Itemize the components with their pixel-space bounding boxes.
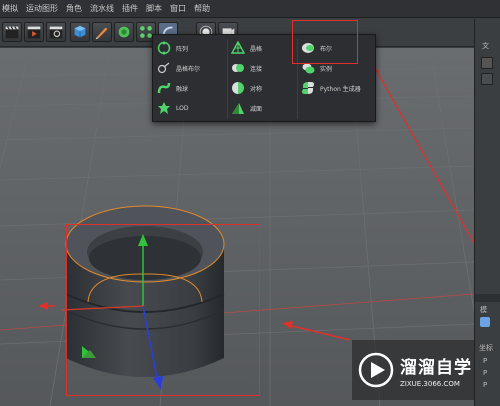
symmetry-icon — [231, 81, 245, 95]
render-picture-viewer-button[interactable] — [24, 22, 44, 42]
tube-attribute-icon[interactable] — [480, 317, 490, 327]
menu-item-lod[interactable]: LOD — [157, 99, 188, 117]
panel-mode-label: 模 — [480, 306, 487, 314]
menu-item-connect[interactable]: 连接 — [231, 59, 262, 77]
menu-bar: 模拟 运动图形 角色 流水线 插件 脚本 窗口 帮助 — [0, 0, 500, 18]
lod-icon — [157, 101, 171, 115]
menu-item-label: 融球 — [176, 85, 189, 93]
lathe-icon — [231, 41, 245, 55]
clapper-icon — [5, 26, 19, 39]
coord-label: 坐标 — [479, 344, 493, 352]
menu-mograph[interactable]: 运动图形 — [26, 3, 58, 14]
menu-item-lattice[interactable]: 晶格 — [231, 39, 262, 57]
clapper-play-icon — [27, 26, 41, 39]
menu-item-atom-array[interactable]: 晶格布尔 — [157, 59, 200, 77]
menu-script[interactable]: 脚本 — [146, 3, 162, 14]
panel-top-label: 文 — [482, 42, 489, 50]
menu-item-label: Python 生成器 — [320, 85, 361, 93]
menu-item-label: LOD — [176, 104, 189, 112]
object-manager-panel: 文 模 坐标 P P P — [474, 19, 500, 406]
render-view-button[interactable] — [2, 22, 22, 42]
menu-item-label: 晶格布尔 — [176, 65, 201, 73]
panel-divider — [475, 294, 500, 302]
python-generator-icon — [301, 81, 315, 95]
cinema4d-window: 模拟 运动图形 角色 流水线 插件 脚本 窗口 帮助 文 模 坐标 P P P … — [0, 0, 500, 406]
array-icon — [157, 41, 171, 55]
menu-item-metaball[interactable]: 融球 — [157, 79, 188, 97]
menu-item-label: 连接 — [250, 65, 263, 73]
panel-object-icon[interactable] — [481, 57, 493, 69]
pen-icon — [95, 27, 108, 40]
cube-icon — [74, 25, 86, 38]
generator-button[interactable] — [114, 22, 134, 42]
menu-character[interactable]: 角色 — [66, 3, 82, 14]
cube-object-button[interactable] — [70, 22, 90, 42]
menu-simulate[interactable]: 模拟 — [2, 3, 18, 14]
highlight-box-boole — [292, 20, 358, 64]
menu-plugins[interactable]: 插件 — [122, 3, 138, 14]
menu-item-label: 阵列 — [176, 45, 189, 53]
watermark: 溜溜自学 ZIXUE.3066.COM — [352, 340, 474, 400]
pen-spline-button[interactable] — [92, 22, 112, 42]
menu-item-symmetry[interactable]: 对称 — [231, 79, 262, 97]
menu-window[interactable]: 窗口 — [170, 3, 186, 14]
highlight-box-object — [66, 224, 260, 396]
p-row-3[interactable]: P — [483, 381, 487, 389]
atom-array-icon — [157, 61, 171, 75]
clapper-gear-icon — [49, 26, 63, 39]
watermark-title: 溜溜自学 — [400, 357, 472, 378]
menu-item-label: 实例 — [320, 65, 333, 73]
p-row-2[interactable]: P — [483, 369, 487, 377]
menu-help[interactable]: 帮助 — [194, 3, 210, 14]
menu-item-label: 减面 — [250, 105, 263, 113]
panel-object-icon-2[interactable] — [481, 73, 493, 85]
menu-item-label: 对称 — [250, 85, 263, 93]
watermark-url: ZIXUE.3066.COM — [400, 379, 460, 388]
menu-item-array[interactable]: 阵列 — [157, 39, 188, 57]
p-row-1[interactable]: P — [483, 357, 487, 365]
spline-wrap-icon — [157, 81, 171, 95]
menu-item-label: 晶格 — [250, 45, 263, 53]
render-settings-button[interactable] — [46, 22, 66, 42]
menu-pipeline[interactable]: 流水线 — [90, 3, 114, 14]
subdivision-icon — [118, 26, 130, 38]
connect-icon — [231, 61, 245, 75]
play-logo-icon — [358, 352, 394, 388]
menu-item-reduction[interactable]: 减面 — [231, 99, 262, 117]
menu-item-python-generator[interactable]: Python 生成器 — [301, 79, 361, 97]
menu-column-separator — [227, 39, 228, 119]
reduction-icon — [231, 101, 245, 115]
